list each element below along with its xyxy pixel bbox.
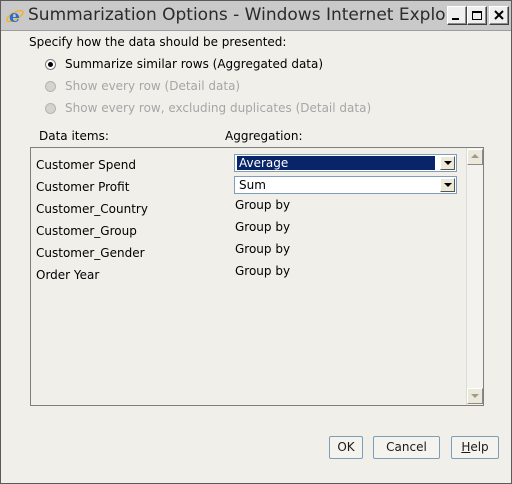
minimize-icon <box>452 18 459 20</box>
radio-button-disabled <box>45 80 56 92</box>
dialog-content: Specify how the data should be presented… <box>1 32 511 483</box>
close-icon <box>494 10 504 20</box>
help-button[interactable]: Help <box>451 436 499 459</box>
svg-text:e: e <box>9 7 20 26</box>
aggregation-select-value: Sum <box>239 178 266 192</box>
aggregation-header: Aggregation: <box>225 129 303 143</box>
data-item-label: Order Year <box>36 268 100 282</box>
aggregation-value: Group by <box>235 242 291 256</box>
data-item-label: Customer_Group <box>36 224 137 238</box>
chevron-down-icon[interactable] <box>440 178 455 192</box>
aggregation-select-value: Average <box>236 155 436 171</box>
vertical-scrollbar[interactable] <box>466 148 483 405</box>
ok-button[interactable]: OK <box>329 436 363 459</box>
close-button[interactable] <box>489 6 509 25</box>
aggregation-select[interactable]: Sum <box>234 176 457 194</box>
help-button-label: elp <box>470 440 489 454</box>
internet-explorer-icon: e <box>5 6 25 27</box>
radio-detail-no-duplicates: Show every row, excluding duplicates (De… <box>45 100 371 116</box>
title-bar[interactable]: e Summarization Options - Windows Intern… <box>1 1 511 31</box>
scroll-down-icon[interactable] <box>467 388 483 404</box>
radio-button-checked[interactable] <box>45 58 56 70</box>
minimize-button[interactable] <box>447 6 467 25</box>
data-item-label: Customer Profit <box>36 180 130 194</box>
radio-button-disabled <box>45 102 56 114</box>
help-button-mnemonic: H <box>461 440 471 454</box>
radio-detail-no-duplicates-label: Show every row, excluding duplicates (De… <box>65 101 372 115</box>
chevron-down-icon[interactable] <box>440 156 455 170</box>
radio-aggregated[interactable]: Summarize similar rows (Aggregated data) <box>45 56 323 72</box>
data-item-label: Customer_Country <box>36 202 148 216</box>
aggregation-select[interactable]: Average <box>234 154 457 172</box>
aggregation-value: Group by <box>235 220 291 234</box>
data-items-header: Data items: <box>39 129 109 143</box>
radio-detail-label: Show every row (Detail data) <box>65 79 241 93</box>
data-items-panel[interactable]: Customer Spend Average Customer Profit S… <box>30 147 484 406</box>
data-item-label: Customer_Gender <box>36 246 145 260</box>
data-item-label: Customer Spend <box>36 158 136 172</box>
cancel-button[interactable]: Cancel <box>373 436 440 459</box>
scroll-up-icon[interactable] <box>467 149 483 165</box>
aggregation-value: Group by <box>235 264 291 278</box>
radio-detail: Show every row (Detail data) <box>45 78 240 94</box>
presentation-prompt: Specify how the data should be presented… <box>29 35 287 49</box>
aggregation-value: Group by <box>235 198 291 212</box>
maximize-button[interactable] <box>467 6 487 25</box>
dialog-window: e Summarization Options - Windows Intern… <box>0 0 512 484</box>
radio-aggregated-label: Summarize similar rows (Aggregated data) <box>65 57 324 71</box>
maximize-icon <box>472 11 482 20</box>
window-title: Summarization Options - Windows Internet… <box>28 5 462 25</box>
